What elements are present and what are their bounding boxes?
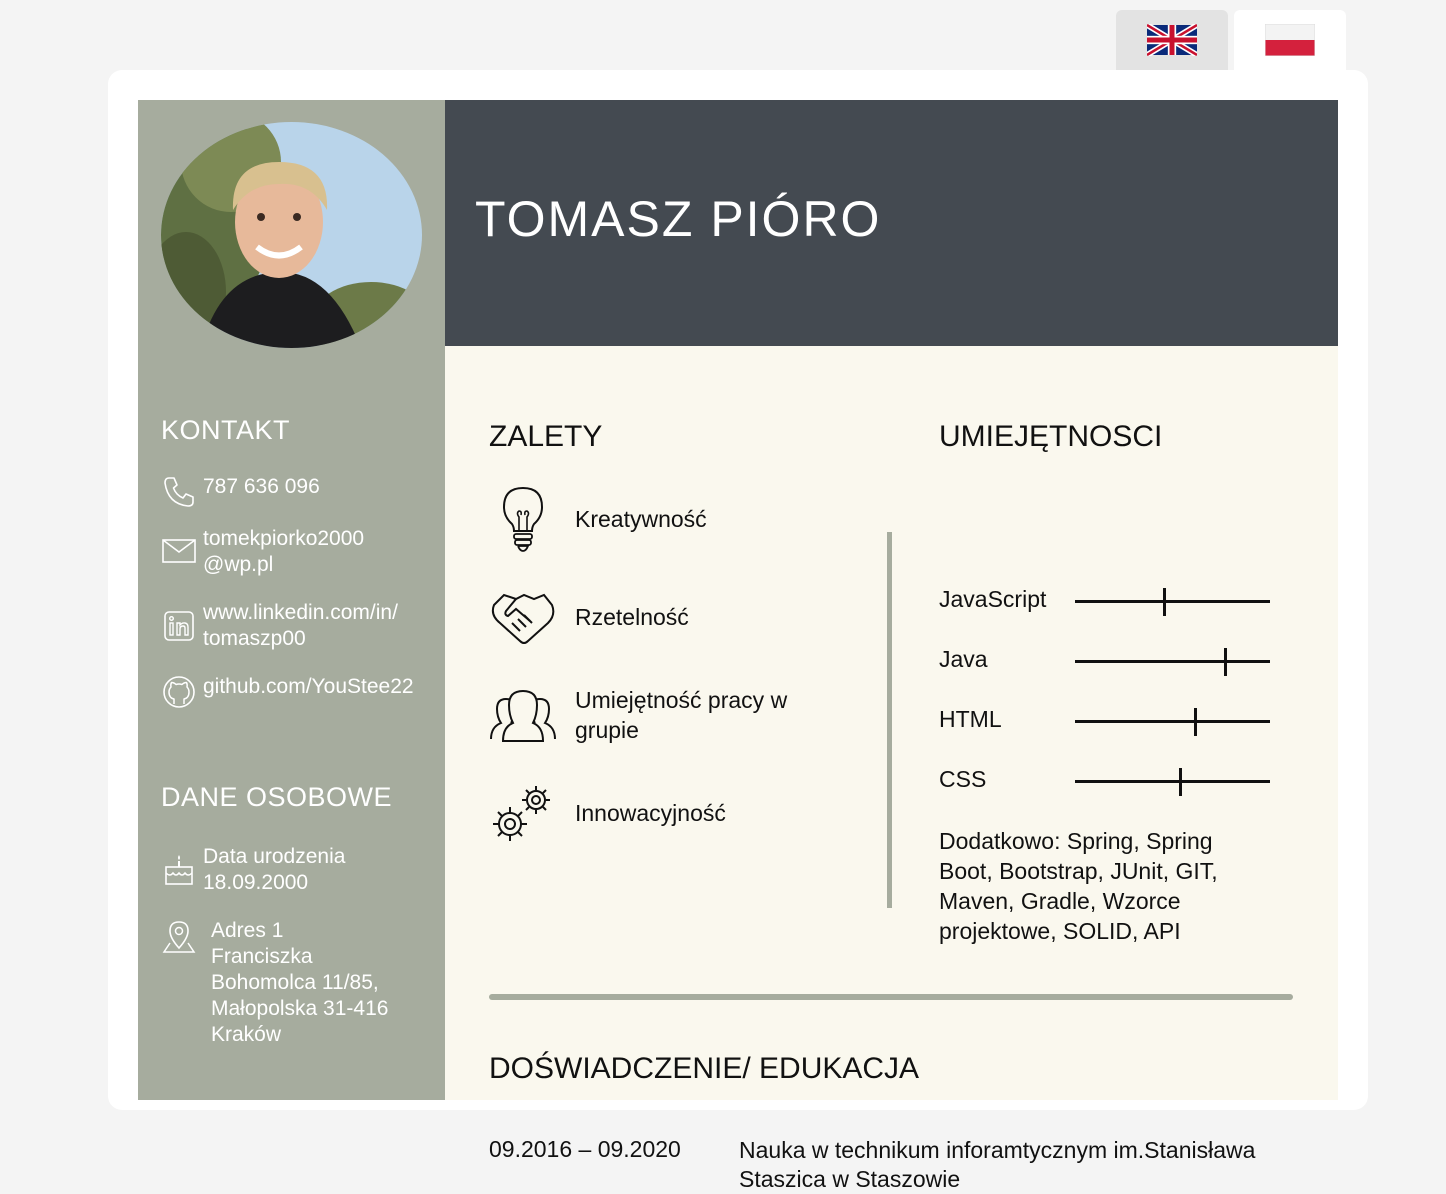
header-banner: TOMASZ PIÓRO (445, 100, 1338, 346)
experience-heading: DOŚWIADCZENIE/ EDUKACJA (489, 1052, 920, 1085)
poland-flag-icon (1265, 24, 1315, 56)
person-name: TOMASZ PIÓRO (475, 191, 882, 247)
skill-row: JavaScript (939, 586, 1279, 616)
skill-row: HTML (939, 706, 1279, 736)
email-address: tomekpiorko2000 @wp.pl (203, 527, 365, 576)
skill-bar (1075, 708, 1270, 736)
github-icon (163, 676, 195, 708)
linkedin-url: www.linkedin.com/in/ tomaszp00 (203, 601, 398, 650)
people-icon (490, 689, 556, 742)
language-tab-english[interactable] (1116, 10, 1228, 70)
gears-icon (493, 786, 550, 841)
location-pin-icon (162, 921, 196, 953)
strength-item: Rzetelność (489, 582, 689, 652)
skill-level-marker (1163, 588, 1167, 616)
strength-item: Kreatywność (489, 484, 707, 554)
skill-row: Java (939, 646, 1279, 676)
skill-label: JavaScript (939, 586, 1047, 612)
main-content: ZALETY Kreatywność Rzetelność Umiejętnoś… (445, 346, 1338, 1192)
cv-document: KONTAKT 787 636 096 tomekpiorko2000 @wp.… (138, 100, 1338, 1192)
cake-icon (165, 855, 193, 885)
uk-flag-icon (1147, 24, 1197, 56)
sidebar: KONTAKT 787 636 096 tomekpiorko2000 @wp.… (138, 100, 445, 1100)
skill-bar (1075, 648, 1270, 676)
strength-label: Kreatywność (575, 506, 707, 532)
contact-linkedin[interactable]: www.linkedin.com/in/ tomaszp00 (161, 600, 398, 652)
contact-phone[interactable]: 787 636 096 (161, 474, 320, 510)
strengths-heading: ZALETY (489, 420, 603, 453)
birth-date: Data urodzenia 18.09.2000 (161, 844, 345, 896)
contact-email[interactable]: tomekpiorko2000 @wp.pl (161, 526, 364, 578)
phone-icon (164, 477, 194, 507)
experience-description: Nauka w technikum inforamtycznym im.Stan… (739, 1137, 1256, 1192)
linkedin-icon (164, 611, 194, 641)
skill-row: CSS (939, 766, 1279, 796)
strength-item: Umiejętność pracy w grupie (489, 680, 787, 750)
birth-date-text: Data urodzenia 18.09.2000 (203, 845, 346, 894)
skill-bar (1075, 588, 1270, 616)
strength-label: Umiejętność pracy w grupie (575, 687, 788, 743)
additional-skills: Dodatkowo: Spring, Spring Boot, Bootstra… (939, 828, 1218, 944)
contact-github[interactable]: github.com/YouStee22 (161, 674, 414, 710)
address-text: Adres 1 Franciszka Bohomolca 11/85, Mało… (211, 919, 389, 1046)
language-tab-polish[interactable] (1234, 10, 1346, 70)
mail-icon (162, 539, 196, 563)
profile-photo (161, 122, 422, 348)
skill-label: CSS (939, 766, 987, 792)
skill-label: Java (939, 646, 988, 672)
horizontal-divider (489, 994, 1293, 1000)
strength-item: Innowacyjność (489, 778, 726, 848)
address: Adres 1 Franciszka Bohomolca 11/85, Mało… (161, 918, 388, 1048)
experience-date: 09.2016 – 09.2020 (489, 1136, 681, 1162)
skill-level-marker (1178, 768, 1182, 796)
skills-heading: UMIEJĘTNOSCI (939, 420, 1163, 453)
vertical-divider (887, 532, 892, 908)
strength-label: Innowacyjność (575, 800, 726, 826)
phone-number: 787 636 096 (203, 475, 320, 498)
github-url: github.com/YouStee22 (203, 675, 414, 698)
skill-level-marker (1194, 708, 1198, 736)
strength-label: Rzetelność (575, 604, 689, 630)
skill-bar (1075, 768, 1270, 796)
skill-level-marker (1223, 648, 1227, 676)
personal-data-heading: DANE OSOBOWE (161, 782, 393, 812)
skill-label: HTML (939, 706, 1002, 732)
lightbulb-icon (502, 486, 544, 552)
handshake-icon (491, 593, 555, 644)
contact-heading: KONTAKT (161, 415, 291, 445)
